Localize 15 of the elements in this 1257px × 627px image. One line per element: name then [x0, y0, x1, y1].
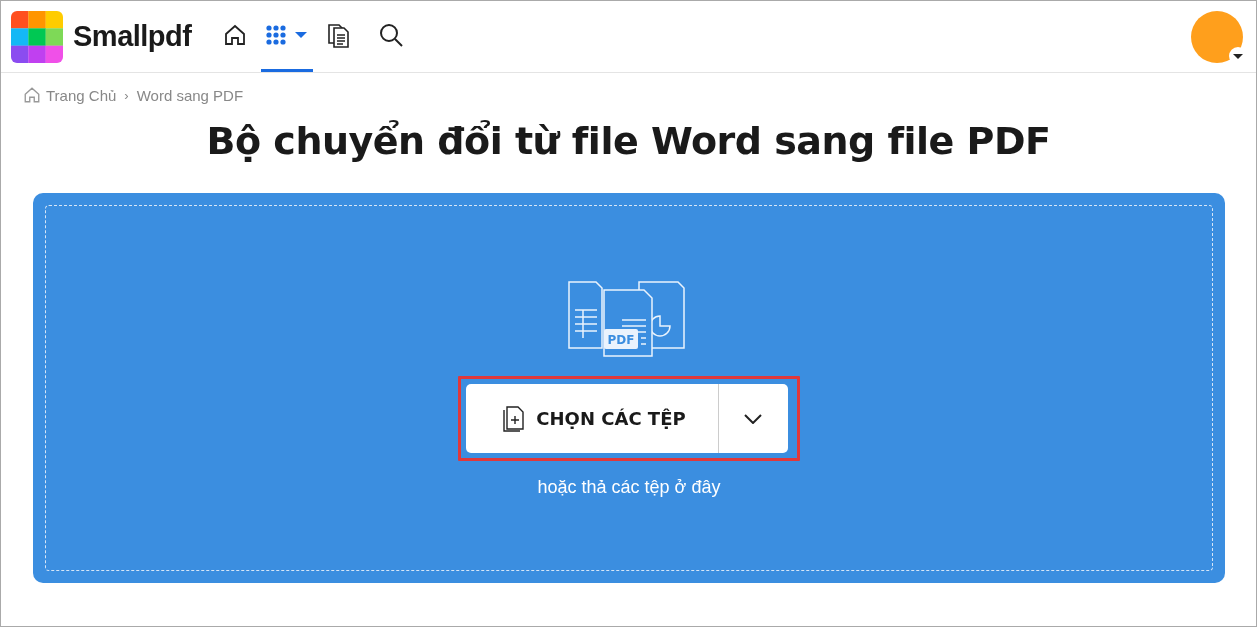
breadcrumb-separator: ›	[124, 87, 129, 103]
page-title: Bộ chuyển đổi từ file Word sang file PDF	[205, 119, 1052, 163]
brand-name: Smallpdf	[73, 20, 192, 53]
files-illustration: PDF	[567, 280, 691, 358]
breadcrumb-link[interactable]: Trang Chủ	[23, 86, 117, 104]
logo-icon	[11, 10, 63, 63]
home-icon	[223, 23, 248, 47]
drop-hint: hoặc thả các tệp ở đây	[537, 477, 721, 498]
search-icon	[378, 22, 405, 48]
home-icon	[23, 86, 41, 104]
drop-zone[interactable]: PDF CHỌN CÁC TỆP hoặc thả các tệp ở đây	[33, 193, 1225, 583]
file-add-icon	[502, 404, 527, 433]
grid-icon	[266, 25, 309, 45]
breadcrumb-current: Word sang PDF	[136, 86, 244, 104]
chevron-down-icon	[744, 413, 763, 424]
